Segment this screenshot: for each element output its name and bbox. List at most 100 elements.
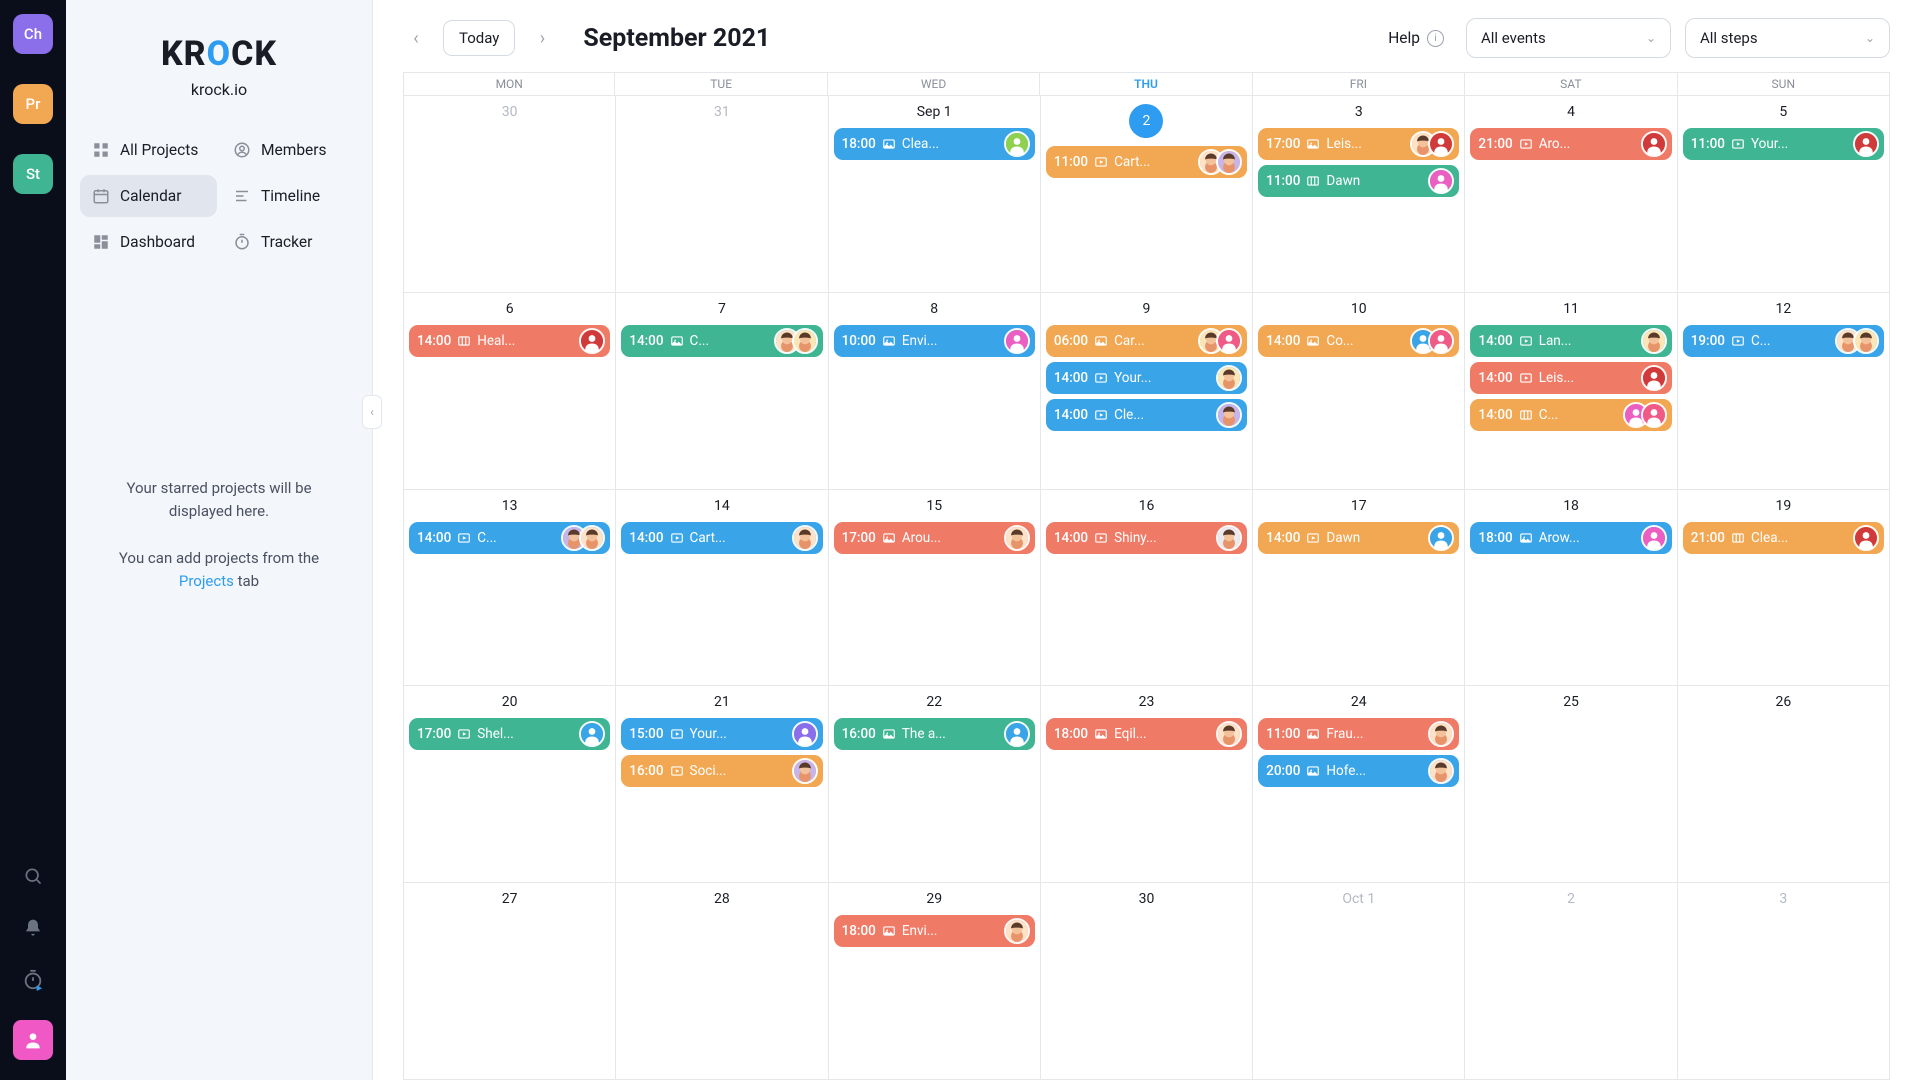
calendar-cell[interactable]: 1014:00Co... xyxy=(1253,293,1465,490)
nav-calendar[interactable]: Calendar xyxy=(80,175,217,217)
calendar-event[interactable]: 20:00Hofe... xyxy=(1258,755,1459,787)
calendar-event[interactable]: 18:00Envi... xyxy=(834,915,1035,947)
calendar-event[interactable]: 17:00Arou... xyxy=(834,522,1035,554)
event-title: Your... xyxy=(1751,136,1847,152)
calendar-cell[interactable]: 31 xyxy=(616,96,828,293)
calendar-cell[interactable]: 2 xyxy=(1465,883,1677,1080)
day-number: Sep 1 xyxy=(834,102,1035,123)
help-button[interactable]: Helpi xyxy=(1388,29,1444,47)
nav-members[interactable]: Members xyxy=(221,129,358,171)
calendar-event[interactable]: 14:00C... xyxy=(621,325,822,357)
calendar-cell[interactable]: 906:00Car...14:00Your...14:00Cle... xyxy=(1041,293,1253,490)
calendar-cell[interactable]: 1818:00Arow... xyxy=(1465,490,1677,687)
calendar-event[interactable]: 19:00C... xyxy=(1683,325,1884,357)
calendar-cell[interactable]: 1517:00Arou... xyxy=(829,490,1041,687)
projects-link[interactable]: Projects xyxy=(179,572,234,590)
calendar-event[interactable]: 14:00Lan... xyxy=(1470,325,1671,357)
calendar-cell[interactable]: 1219:00C... xyxy=(1678,293,1890,490)
dashboard-icon xyxy=(92,233,110,251)
day-number: 11 xyxy=(1470,299,1671,320)
calendar-cell[interactable]: 2411:00Frau...20:00Hofe... xyxy=(1253,686,1465,883)
calendar-event[interactable]: 11:00Frau... xyxy=(1258,718,1459,750)
steps-filter-select[interactable]: All steps⌄ xyxy=(1685,18,1890,58)
today-button[interactable]: Today xyxy=(443,20,515,56)
calendar-cell[interactable]: 714:00C... xyxy=(616,293,828,490)
search-icon[interactable] xyxy=(21,864,45,888)
calendar-cell[interactable]: 614:00Heal... xyxy=(404,293,616,490)
event-type-icon xyxy=(1094,334,1108,348)
calendar-cell[interactable]: 211:00Cart... xyxy=(1041,96,1253,293)
calendar-event[interactable]: 06:00Car... xyxy=(1046,325,1247,357)
collapse-sidebar-button[interactable]: ‹ xyxy=(362,395,382,429)
calendar-event[interactable]: 14:00Leis... xyxy=(1470,362,1671,394)
calendar-event[interactable]: 21:00Clea... xyxy=(1683,522,1884,554)
calendar-cell[interactable]: 17 14:00Dawn xyxy=(1253,490,1465,687)
calendar-cell[interactable]: 810:00Envi... xyxy=(829,293,1041,490)
calendar-cell[interactable]: 1921:00Clea... xyxy=(1678,490,1890,687)
calendar-cell[interactable]: Sep 1 18:00Clea... xyxy=(829,96,1041,293)
calendar-event[interactable]: 17:00Shel... xyxy=(409,718,610,750)
calendar-cell[interactable]: 2918:00Envi... xyxy=(829,883,1041,1080)
workspace-chip[interactable]: Ch xyxy=(13,14,53,54)
calendar-event[interactable]: 14:00Heal... xyxy=(409,325,610,357)
calendar-cell[interactable]: 421:00Aro... xyxy=(1465,96,1677,293)
next-month-button[interactable]: › xyxy=(529,21,555,55)
calendar-cell[interactable]: 2017:00Shel... xyxy=(404,686,616,883)
calendar-cell[interactable]: 30 xyxy=(1041,883,1253,1080)
calendar-event[interactable]: 10:00Envi... xyxy=(834,325,1035,357)
calendar-event[interactable]: 14:00Cart... xyxy=(621,522,822,554)
calendar-event[interactable]: 14:00Your... xyxy=(1046,362,1247,394)
calendar-cell[interactable]: 11 14:00Lan... 14:00Leis... 14:00C... xyxy=(1465,293,1677,490)
calendar-cell[interactable]: 28 xyxy=(616,883,828,1080)
day-number: 17 xyxy=(1258,496,1459,517)
workspace-chip[interactable]: St xyxy=(13,154,53,194)
calendar-event[interactable]: 14:00C... xyxy=(1470,399,1671,431)
nav-tracker[interactable]: Tracker xyxy=(221,221,358,263)
prev-month-button[interactable]: ‹ xyxy=(403,21,429,55)
profile-icon[interactable] xyxy=(13,1020,53,1060)
calendar-cell[interactable]: 2216:00The a... xyxy=(829,686,1041,883)
calendar-event[interactable]: 14:00Co... xyxy=(1258,325,1459,357)
calendar-event[interactable]: 16:00The a... xyxy=(834,718,1035,750)
events-filter-select[interactable]: All events⌄ xyxy=(1466,18,1671,58)
calendar-event[interactable]: 15:00Your... xyxy=(621,718,822,750)
calendar-event[interactable]: 16:00Soci... xyxy=(621,755,822,787)
calendar-cell[interactable]: 2318:00Eqil... xyxy=(1041,686,1253,883)
calendar-cell[interactable]: 13 14:00C... xyxy=(404,490,616,687)
calendar-event[interactable]: 14:00Shiny... xyxy=(1046,522,1247,554)
nav-dashboard[interactable]: Dashboard xyxy=(80,221,217,263)
event-title: C... xyxy=(1539,407,1617,423)
calendar-cell[interactable]: 3 xyxy=(1678,883,1890,1080)
calendar-event[interactable]: 18:00Arow... xyxy=(1470,522,1671,554)
avatar xyxy=(1216,721,1242,747)
calendar-event[interactable]: 18:00Clea... xyxy=(834,128,1035,160)
event-type-icon xyxy=(457,531,471,545)
calendar-event[interactable]: 11:00Dawn xyxy=(1258,165,1459,197)
calendar-event[interactable]: 18:00Eqil... xyxy=(1046,718,1247,750)
calendar-cell[interactable]: 317:00Leis...11:00Dawn xyxy=(1253,96,1465,293)
calendar-cell[interactable]: 26 xyxy=(1678,686,1890,883)
calendar-cell[interactable]: 25 xyxy=(1465,686,1677,883)
calendar-event[interactable]: 14:00Dawn xyxy=(1258,522,1459,554)
timer-play-icon[interactable] xyxy=(21,968,45,992)
calendar-event[interactable]: 14:00C... xyxy=(409,522,610,554)
day-number: 13 xyxy=(409,496,610,517)
avatar xyxy=(1216,149,1242,175)
calendar-cell[interactable]: 1414:00Cart... xyxy=(616,490,828,687)
calendar-cell[interactable]: 2115:00Your...16:00Soci... xyxy=(616,686,828,883)
calendar-cell[interactable]: Oct 1 xyxy=(1253,883,1465,1080)
calendar-cell[interactable]: 511:00Your... xyxy=(1678,96,1890,293)
nav-all-projects[interactable]: All Projects xyxy=(80,129,217,171)
calendar-event[interactable]: 21:00Aro... xyxy=(1470,128,1671,160)
calendar-event[interactable]: 17:00Leis... xyxy=(1258,128,1459,160)
calendar-cell[interactable]: 30 xyxy=(404,96,616,293)
calendar-cell[interactable]: 27 xyxy=(404,883,616,1080)
event-title: Leis... xyxy=(1539,370,1635,386)
calendar-cell[interactable]: 1614:00Shiny... xyxy=(1041,490,1253,687)
bell-icon[interactable] xyxy=(21,916,45,940)
nav-timeline[interactable]: Timeline xyxy=(221,175,358,217)
calendar-event[interactable]: 14:00Cle... xyxy=(1046,399,1247,431)
calendar-event[interactable]: 11:00Cart... xyxy=(1046,146,1247,178)
workspace-chip[interactable]: Pr xyxy=(13,84,53,124)
calendar-event[interactable]: 11:00Your... xyxy=(1683,128,1884,160)
